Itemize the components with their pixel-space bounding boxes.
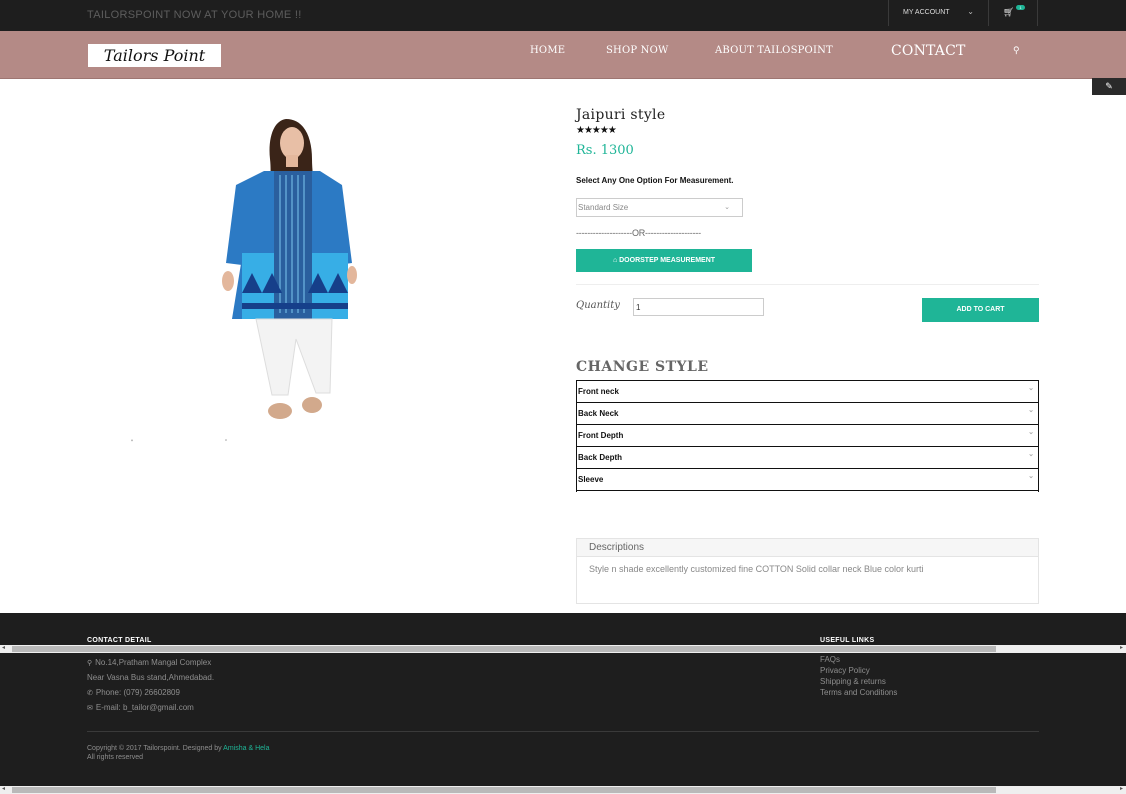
size-select-value: Standard Size xyxy=(578,203,629,212)
divider xyxy=(576,284,1039,285)
style-option-label: Sleeve xyxy=(578,475,604,484)
horizontal-scrollbar[interactable]: ◂ ▸ xyxy=(0,645,1126,653)
style-option-label: Front neck xyxy=(578,387,619,396)
footer: CONTACT DETAIL USEFUL LINKS ◂ ▸ ⚲ No.14,P… xyxy=(0,613,1126,794)
quantity-input[interactable] xyxy=(633,298,764,316)
scroll-left-icon[interactable]: ◂ xyxy=(2,644,5,651)
useful-links-heading: USEFUL LINKS xyxy=(820,637,875,644)
image-caption-right: ” xyxy=(225,440,227,446)
pencil-icon: ✎ xyxy=(1105,81,1113,91)
style-option-front-neck[interactable]: Front neck ⌄ xyxy=(577,381,1038,403)
description-tab[interactable]: Descriptions xyxy=(577,539,1038,557)
product-title: Jaipuri style xyxy=(576,107,666,123)
home-icon: ⌂ xyxy=(612,257,618,264)
copyright: Copyright © 2017 Tailorspoint. Designed … xyxy=(87,744,269,762)
add-to-cart-button[interactable]: ADD TO CART xyxy=(922,298,1039,322)
scrollbar-thumb[interactable] xyxy=(12,787,996,793)
image-caption-left: “ xyxy=(131,440,133,446)
map-pin-icon: ⚲ xyxy=(87,660,93,667)
cart-count-badge: 1 xyxy=(1016,5,1025,10)
chevron-down-icon: ⌄ xyxy=(1028,473,1034,480)
change-style-title: CHANGE STYLE xyxy=(576,359,709,375)
quantity-label: Quantity xyxy=(576,300,620,311)
chevron-down-icon: ⌄ xyxy=(1028,407,1034,414)
footer-link-privacy[interactable]: Privacy Policy xyxy=(820,666,870,675)
chevron-down-icon: ⌄ xyxy=(967,7,974,16)
cart-icon: 🛒︎ xyxy=(1003,7,1015,17)
nav-shop-now[interactable]: SHOP NOW xyxy=(606,45,669,56)
envelope-icon: ✉ xyxy=(87,705,93,712)
description-text: Style n shade excellently customized fin… xyxy=(589,564,924,574)
scroll-right-icon[interactable]: ▸ xyxy=(1120,644,1123,651)
scroll-right-icon[interactable]: ▸ xyxy=(1120,785,1123,792)
phone-icon: ✆ xyxy=(87,690,93,697)
my-account-label: MY ACCOUNT xyxy=(903,9,950,16)
nav-home[interactable]: HOME xyxy=(530,45,565,56)
site-logo[interactable]: Tailors Point xyxy=(88,44,221,67)
scroll-left-icon[interactable]: ◂ xyxy=(2,785,5,792)
promo-text: TAILORSPOINT NOW AT YOUR HOME !! xyxy=(87,9,302,21)
contact-heading: CONTACT DETAIL xyxy=(87,637,152,644)
copyright-text: Copyright © 2017 Tailorspoint. Designed … xyxy=(87,745,222,752)
chevron-down-icon: ⌄ xyxy=(1028,385,1034,392)
style-option-label: Back Depth xyxy=(578,453,623,462)
email-line: ✉ E-mail: b_tailor@gmail.com xyxy=(87,703,194,712)
style-option-label: Back Neck xyxy=(578,409,619,418)
address-line-1: ⚲ No.14,Pratham Mangal Complex xyxy=(87,658,211,667)
phone-text: Phone: (079) 26602809 xyxy=(95,688,180,697)
email-text: E-mail: b_tailor@gmail.com xyxy=(95,703,194,712)
chevron-down-icon: ⌄ xyxy=(1028,429,1034,436)
footer-link-faqs[interactable]: FAQs xyxy=(820,655,840,664)
chevron-down-icon: ⌄ xyxy=(724,204,730,211)
chevron-down-icon: ⌄ xyxy=(1028,451,1034,458)
style-option-back-neck[interactable]: Back Neck ⌄ xyxy=(577,403,1038,425)
doorstep-measurement-button[interactable]: ⌂ DOORSTEP MEASUREMENT xyxy=(576,249,752,272)
address-line-1-text: No.14,Pratham Mangal Complex xyxy=(95,658,212,667)
side-pencil-tab[interactable]: ✎ xyxy=(1092,78,1126,95)
size-select[interactable]: Standard Size ⌄ xyxy=(576,198,743,217)
footer-divider xyxy=(87,731,1039,732)
measurement-label: Select Any One Option For Measurement. xyxy=(576,176,734,185)
rating-stars: ★★★★★ xyxy=(576,125,617,136)
address-line-2: Near Vasna Bus stand,Ahmedabad. xyxy=(87,673,215,682)
main-header: Tailors Point HOME SHOP NOW ABOUT TAILOS… xyxy=(0,31,1126,79)
doorstep-measurement-label: DOORSTEP MEASUREMENT xyxy=(619,257,716,264)
nav-about[interactable]: ABOUT TAILOSPOINT xyxy=(715,45,833,56)
footer-link-shipping[interactable]: Shipping & returns xyxy=(820,677,886,686)
top-bar: TAILORSPOINT NOW AT YOUR HOME !! MY ACCO… xyxy=(0,0,1126,31)
product-price: Rs. 1300 xyxy=(576,143,634,158)
or-separator: --------------------OR------------------… xyxy=(576,228,701,238)
nav-contact[interactable]: CONTACT xyxy=(891,43,966,59)
rights-text: All rights reserved xyxy=(87,754,144,761)
my-account-dropdown[interactable]: MY ACCOUNT ⌄ xyxy=(888,0,989,26)
cart-button[interactable]: 🛒︎ 1 xyxy=(990,0,1038,26)
description-panel: Descriptions Style n shade excellently c… xyxy=(576,538,1039,604)
style-option-label: Front Depth xyxy=(578,431,624,440)
footer-link-terms[interactable]: Terms and Conditions xyxy=(820,688,897,697)
product-image xyxy=(222,119,357,419)
style-options-list: Front neck ⌄ Back Neck ⌄ Front Depth ⌄ B… xyxy=(576,380,1039,492)
bottom-scrollbar[interactable]: ◂ ▸ xyxy=(0,786,1126,794)
designers-link[interactable]: Amisha & Hela xyxy=(223,745,269,752)
style-option-front-depth[interactable]: Front Depth ⌄ xyxy=(577,425,1038,447)
scrollbar-thumb[interactable] xyxy=(12,646,996,652)
style-option-back-depth[interactable]: Back Depth ⌄ xyxy=(577,447,1038,469)
style-option-sleeve[interactable]: Sleeve ⌄ xyxy=(577,469,1038,491)
phone-line: ✆ Phone: (079) 26602809 xyxy=(87,688,180,697)
search-icon[interactable]: ⚲ xyxy=(1013,45,1020,56)
